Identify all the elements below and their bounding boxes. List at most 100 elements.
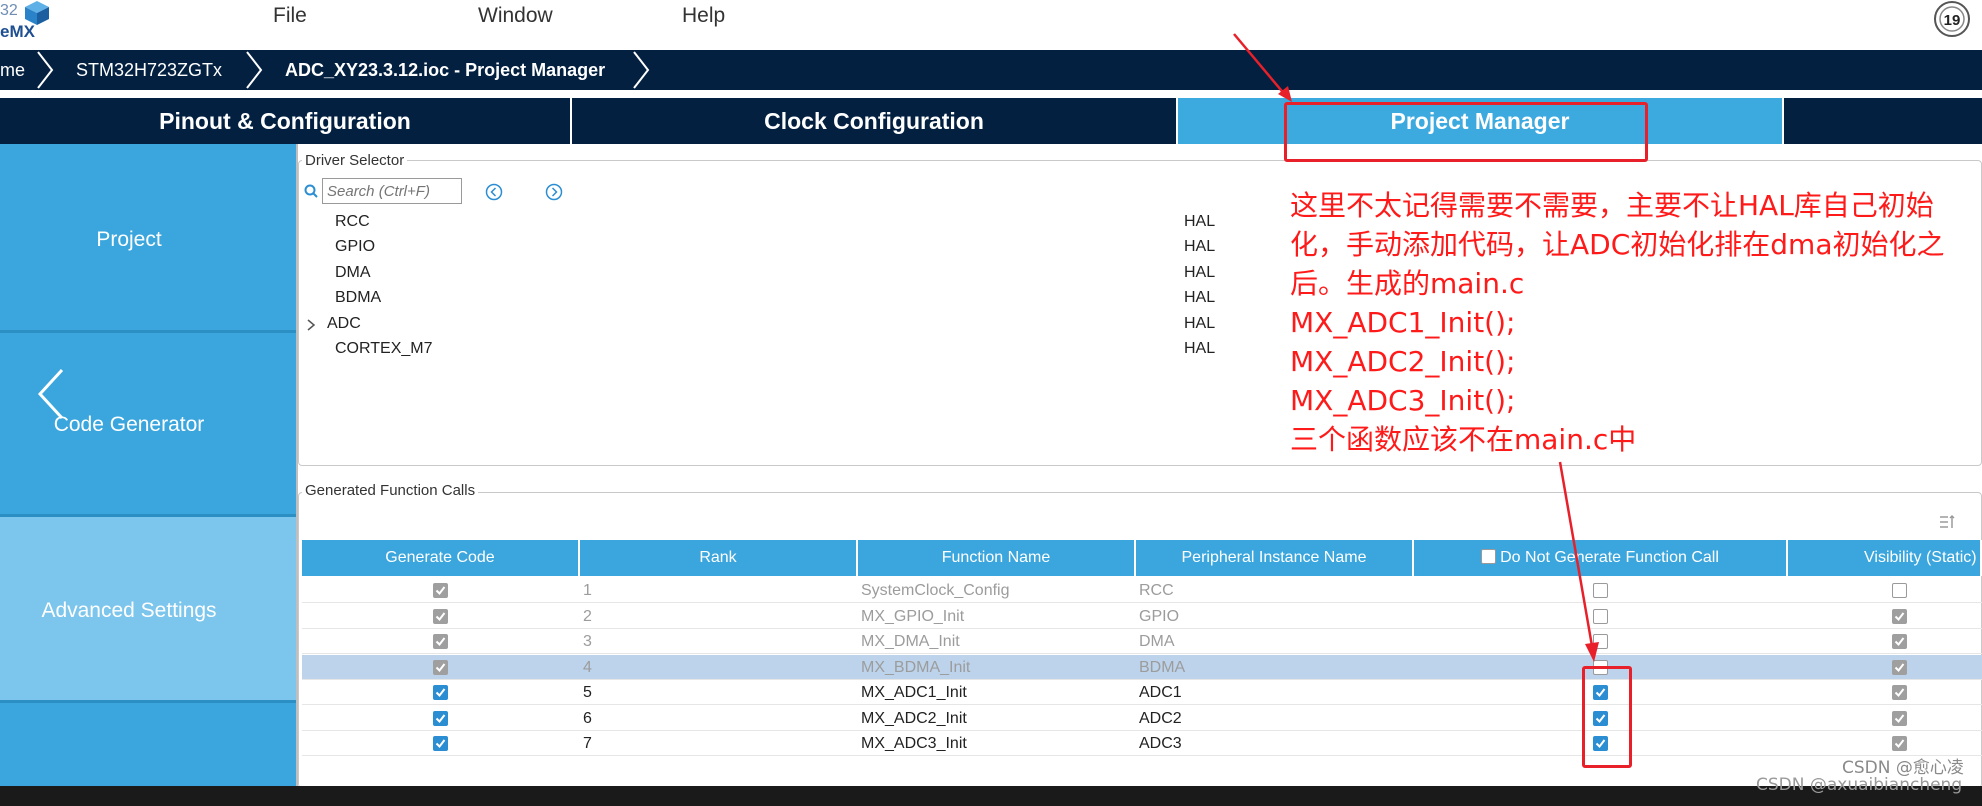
annotation-line: MX_ADC2_Init(); xyxy=(1290,345,1516,378)
cell-generate xyxy=(302,680,580,705)
column-header-peripheral[interactable]: Peripheral Instance Name xyxy=(1136,540,1414,576)
cell-do-not-generate xyxy=(1414,629,1788,654)
annotation-line: 化，手动添加代码，让ADC初始化排在dma初始化之 xyxy=(1290,228,1945,261)
driver-row-name[interactable]: RCC xyxy=(335,213,370,231)
visibility-checkbox[interactable] xyxy=(1892,608,1907,624)
cell-peripheral: ADC2 xyxy=(1139,709,1182,727)
cell-visibility xyxy=(1788,578,1982,603)
table-row[interactable]: 3 MX_DMA_Init DMA xyxy=(302,629,1982,654)
column-header-generate-code[interactable]: Generate Code xyxy=(302,540,580,576)
generate-checkbox[interactable] xyxy=(433,736,448,751)
driver-search-input[interactable] xyxy=(322,178,462,204)
previous-match-icon[interactable] xyxy=(485,183,503,201)
cell-function: MX_ADC3_Init xyxy=(861,735,967,752)
generate-checkbox[interactable] xyxy=(433,608,448,624)
tab-pinout-configuration[interactable]: Pinout & Configuration xyxy=(0,98,570,144)
cell-peripheral: DMA xyxy=(1139,633,1175,650)
table-row[interactable]: 5 MX_ADC1_Init ADC1 xyxy=(302,680,1982,705)
driver-row-driver[interactable]: HAL xyxy=(1184,340,1215,358)
search-icon xyxy=(304,184,318,198)
cell-do-not-generate xyxy=(1414,578,1788,603)
visibility-checkbox[interactable] xyxy=(1892,634,1907,649)
breadcrumb-home[interactable]: me xyxy=(0,50,25,90)
cell-peripheral: ADC3 xyxy=(1139,735,1182,752)
cell-function: MX_DMA_Init xyxy=(861,633,960,650)
visibility-checkbox[interactable] xyxy=(1892,659,1907,675)
table-row[interactable]: 6 MX_ADC2_Init ADC2 xyxy=(302,706,1982,731)
table-row[interactable]: 4 MX_BDMA_Init BDMA xyxy=(302,654,1982,680)
cell-generate xyxy=(302,655,580,680)
sidebar-item-label: Advanced Settings xyxy=(41,599,217,622)
driver-row-driver[interactable]: HAL xyxy=(1184,264,1215,282)
driver-row-driver[interactable]: HAL xyxy=(1184,289,1215,307)
menu-file[interactable]: File xyxy=(273,4,307,28)
cell-rank: 5 xyxy=(583,684,592,701)
generate-checkbox[interactable] xyxy=(433,659,448,675)
cell-visibility xyxy=(1788,706,1982,731)
do-not-generate-checkbox[interactable] xyxy=(1593,634,1608,649)
sidebar-item-code-generator[interactable]: Code Generator xyxy=(0,333,296,514)
driver-row-name[interactable]: ADC xyxy=(327,315,361,333)
table-row[interactable]: 7 MX_ADC3_Init ADC3 xyxy=(302,731,1982,756)
breadcrumb-project[interactable]: ADC_XY23.3.12.ioc - Project Manager xyxy=(285,50,605,90)
cell-generate xyxy=(302,731,580,756)
driver-row-name[interactable]: DMA xyxy=(335,264,371,282)
visibility-checkbox[interactable] xyxy=(1892,583,1907,598)
annotation-note: 这里不太记得需要不需要，主要不让HAL库自己初始 化，手动添加代码，让ADC初始… xyxy=(1290,186,1980,459)
visibility-checkbox[interactable] xyxy=(1892,710,1907,726)
menu-help[interactable]: Help xyxy=(682,4,725,28)
chevron-left-icon[interactable] xyxy=(34,366,68,422)
next-match-icon[interactable] xyxy=(545,183,563,201)
cell-visibility xyxy=(1788,629,1982,654)
visibility-checkbox[interactable] xyxy=(1892,685,1907,700)
cell-rank: 3 xyxy=(583,633,592,650)
table-row[interactable]: 1 SystemClock_Config RCC xyxy=(302,578,1982,603)
cell-function: MX_ADC2_Init xyxy=(861,709,967,727)
watermark-text: CSDN @axuaibiancheng xyxy=(1756,775,1963,795)
cell-function: MX_GPIO_Init xyxy=(861,607,965,625)
column-header-function-name[interactable]: Function Name xyxy=(858,540,1136,576)
column-header-do-not-generate[interactable]: Do Not Generate Function Call xyxy=(1414,540,1788,576)
logo-text-top: 32 xyxy=(0,2,18,19)
generate-checkbox[interactable] xyxy=(433,685,448,700)
annotation-line: MX_ADC1_Init(); xyxy=(1290,306,1516,339)
expand-chevron-icon[interactable] xyxy=(306,318,316,332)
cell-generate xyxy=(302,604,580,629)
breadcrumb-device[interactable]: STM32H723ZGTx xyxy=(76,50,222,90)
driver-row-driver[interactable]: HAL xyxy=(1184,213,1215,231)
generate-checkbox[interactable] xyxy=(433,583,448,598)
driver-row-driver[interactable]: HAL xyxy=(1184,238,1215,256)
driver-row-name[interactable]: GPIO xyxy=(335,238,375,256)
stm32cubemx-logo: 32 eMX xyxy=(0,0,60,48)
cell-rank: 6 xyxy=(583,709,592,727)
annotation-line: 三个函数应该不在main.c中 xyxy=(1290,423,1637,456)
breadcrumb-chevron-icon xyxy=(633,51,650,89)
select-all-checkbox[interactable] xyxy=(1481,549,1497,564)
menu-bar: 32 eMX File Window Help 19 xyxy=(0,0,1982,50)
sort-icon[interactable] xyxy=(1938,514,1956,530)
cell-do-not-generate xyxy=(1414,604,1788,629)
sidebar-item-advanced-settings[interactable]: Advanced Settings xyxy=(0,517,296,700)
generate-checkbox[interactable] xyxy=(433,710,448,726)
project-manager-sidebar: Project Code Generator Advanced Settings xyxy=(0,144,296,789)
driver-row-name[interactable]: CORTEX_M7 xyxy=(335,340,433,358)
driver-row-name[interactable]: BDMA xyxy=(335,289,381,307)
cell-rank: 4 xyxy=(583,658,592,676)
cube-icon xyxy=(25,1,49,25)
table-row[interactable]: 2 MX_GPIO_Init GPIO xyxy=(302,604,1982,629)
tab-clock-configuration[interactable]: Clock Configuration xyxy=(572,98,1176,144)
do-not-generate-checkbox[interactable] xyxy=(1593,608,1608,624)
driver-row-driver[interactable]: HAL xyxy=(1184,315,1215,333)
visibility-checkbox[interactable] xyxy=(1892,736,1907,751)
column-header-visibility[interactable]: Visibility (Static) xyxy=(1788,540,1982,576)
bottom-bar xyxy=(0,786,1982,806)
generate-checkbox[interactable] xyxy=(433,634,448,649)
menu-window[interactable]: Window xyxy=(478,4,553,28)
version-badge-icon[interactable]: 19 xyxy=(1932,0,1972,38)
highlight-project-manager-tab xyxy=(1284,102,1648,162)
sidebar-item-project[interactable]: Project xyxy=(0,144,296,330)
cell-function: MX_BDMA_Init xyxy=(861,658,971,676)
do-not-generate-checkbox[interactable] xyxy=(1593,583,1608,598)
column-header-rank[interactable]: Rank xyxy=(580,540,858,576)
sidebar-item-label: Project xyxy=(96,228,162,251)
